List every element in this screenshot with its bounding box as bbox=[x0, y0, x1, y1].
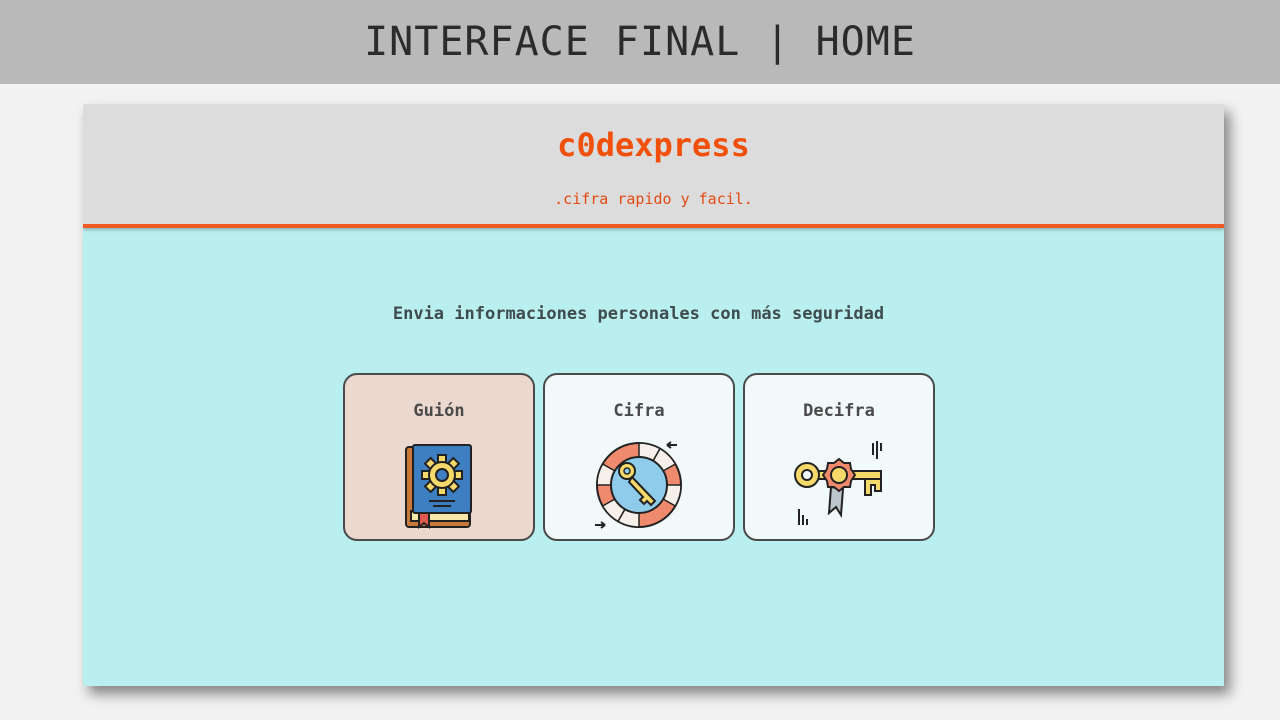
decrypt-card[interactable]: Decifra bbox=[743, 373, 935, 541]
slide-banner: INTERFACE FINAL | HOME bbox=[0, 0, 1280, 84]
app-window: c0dexpress .cifra rapido y facil. Envia … bbox=[83, 104, 1224, 686]
brand-tagline: .cifra rapido y facil. bbox=[554, 190, 753, 208]
decrypt-card-label: Decifra bbox=[803, 401, 875, 421]
page-headline: Envia informaciones personales con más s… bbox=[392, 304, 885, 324]
app-header: c0dexpress .cifra rapido y facil. bbox=[83, 104, 1224, 228]
guide-card[interactable]: Guión bbox=[343, 373, 535, 541]
encrypt-card[interactable]: Cifra bbox=[543, 373, 735, 541]
guide-card-label: Guión bbox=[413, 401, 465, 421]
gear-book-icon bbox=[393, 437, 485, 529]
key-wheel-icon bbox=[593, 437, 685, 529]
brand-logo[interactable]: c0dexpress bbox=[83, 126, 1224, 164]
slide-title: INTERFACE FINAL | HOME bbox=[364, 19, 916, 65]
encrypt-card-label: Cifra bbox=[613, 401, 665, 421]
key-ribbon-icon bbox=[793, 437, 885, 529]
